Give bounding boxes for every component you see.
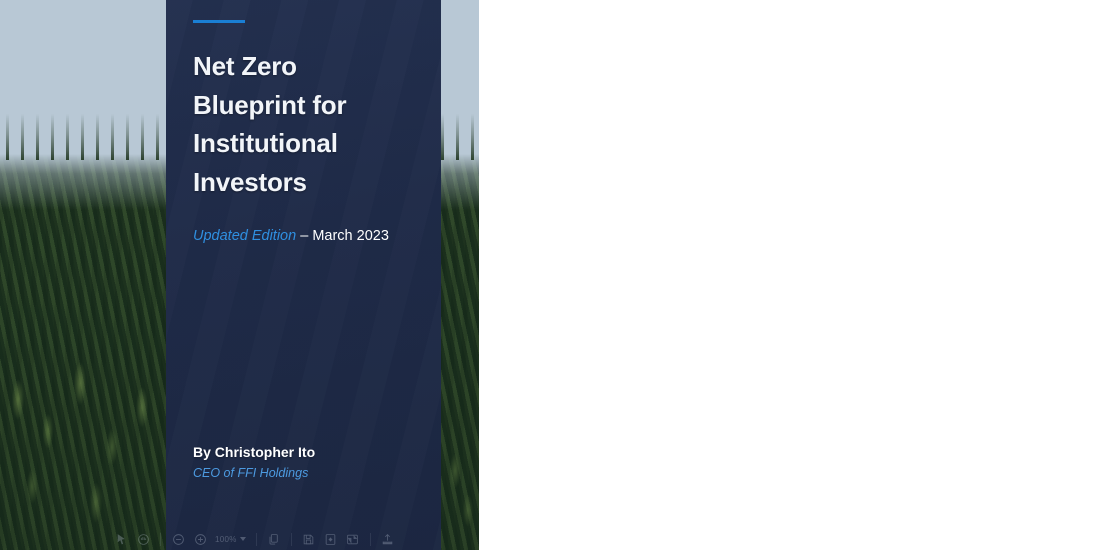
- viewer-toolbar[interactable]: 100%: [110, 528, 399, 550]
- pdf-page-cover[interactable]: Net Zero Blueprint for Institutional Inv…: [0, 0, 479, 550]
- title-line: Institutional: [193, 128, 338, 158]
- edition-line: Updated Edition – March 2023: [193, 228, 389, 244]
- edition-separator: –: [296, 228, 313, 244]
- toolbar-separator: [255, 532, 257, 546]
- toolbar-separator: [290, 532, 292, 546]
- toolbar-group-zoom: 100%: [167, 528, 250, 550]
- author-name: By Christopher Ito: [193, 444, 316, 460]
- hand-pan-icon[interactable]: [132, 528, 154, 550]
- title-line: Investors: [193, 166, 307, 197]
- pdf-viewer: Net Zero Blueprint for Institutional Inv…: [0, 0, 1110, 550]
- toolbar-group-view: [298, 528, 364, 550]
- upload-icon[interactable]: [377, 528, 399, 550]
- toolbar-separator: [369, 532, 371, 546]
- cover-text-panel: Net Zero Blueprint for Institutional Inv…: [166, 0, 441, 550]
- toolbar-group-tools: [110, 528, 154, 550]
- toolbar-separator: [160, 532, 161, 546]
- page-title: Net Zero Blueprint for Institutional Inv…: [193, 47, 418, 201]
- fit-width-icon[interactable]: [342, 528, 364, 550]
- zoom-in-icon[interactable]: [189, 528, 211, 550]
- accent-rule: [193, 20, 245, 23]
- title-line: Blueprint for: [193, 89, 347, 120]
- toolbar-group-page: [263, 528, 285, 550]
- zoom-level-value: 100%: [215, 534, 237, 544]
- zoom-out-icon[interactable]: [167, 528, 189, 550]
- edition-date: March 2023: [312, 228, 389, 244]
- fit-page-icon[interactable]: [320, 528, 342, 550]
- edition-label: Updated Edition: [193, 228, 297, 244]
- toolbar-group-share: [377, 528, 399, 550]
- copy-pages-icon[interactable]: [263, 528, 285, 550]
- author-role: CEO of FFI Holdings: [193, 466, 309, 480]
- title-line: Net Zero: [193, 51, 297, 81]
- zoom-level-dropdown[interactable]: 100%: [211, 535, 250, 544]
- save-icon[interactable]: [298, 528, 320, 550]
- chevron-down-icon: [239, 537, 246, 541]
- cursor-select-icon[interactable]: [110, 528, 132, 550]
